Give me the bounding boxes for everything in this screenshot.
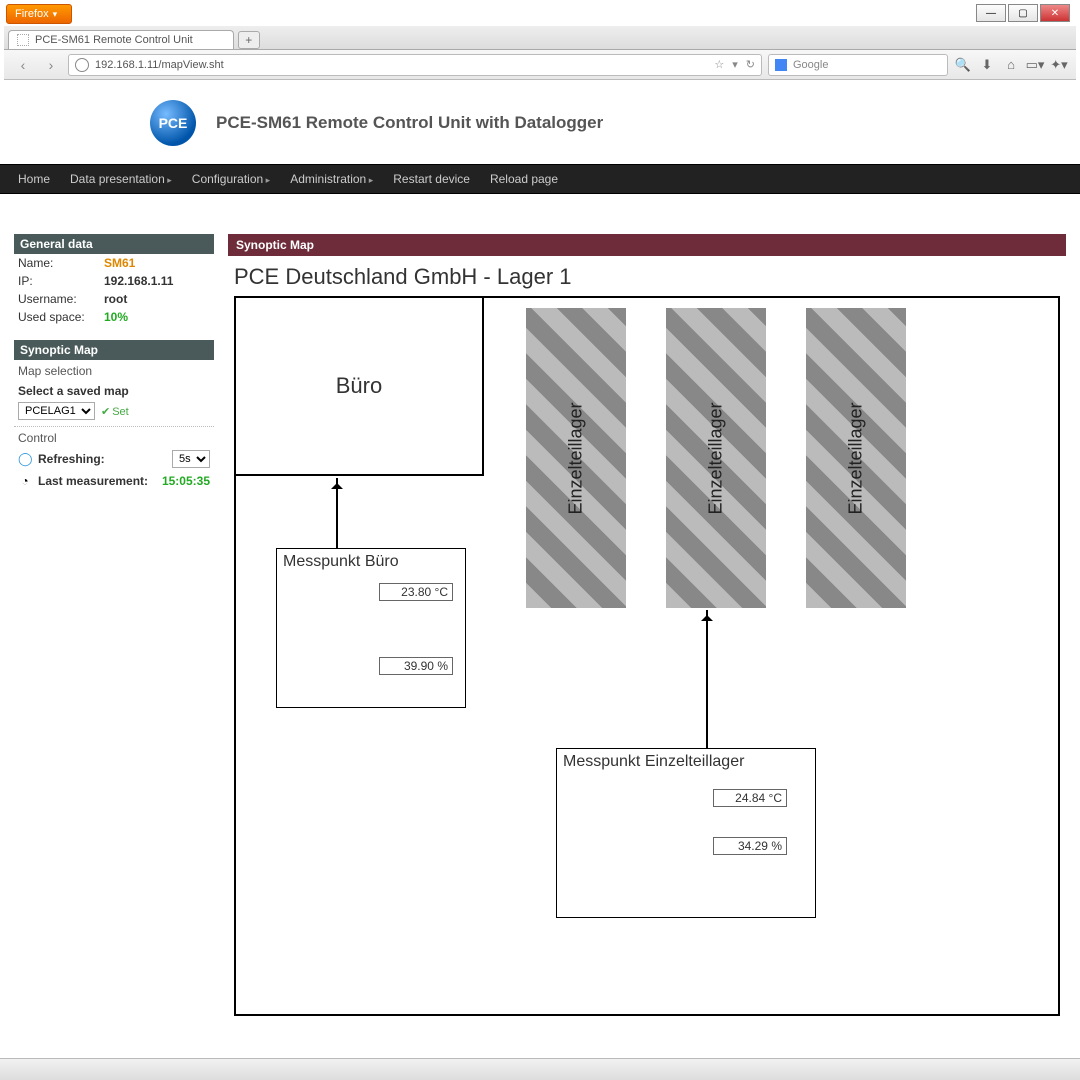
measure-point-warehouse: Messpunkt Einzelteillager 24.84 °C 34.29… <box>556 748 816 918</box>
back-button[interactable]: ‹ <box>12 55 34 75</box>
home-icon[interactable]: ⌂ <box>1002 56 1020 74</box>
measure-point-office: Messpunkt Büro 23.80 °C 39.90 % <box>276 548 466 708</box>
search-icon[interactable]: 🔍 <box>954 56 972 74</box>
map-shelf-2: Einzelteillager <box>666 308 766 608</box>
bookmarks-icon[interactable]: ▭▾ <box>1026 56 1044 74</box>
refreshing-label: Refreshing: <box>38 452 166 466</box>
main-area: Synoptic Map PCE Deutschland GmbH - Lage… <box>228 234 1066 1016</box>
last-measurement-value: 15:05:35 <box>162 474 210 488</box>
map-title: PCE Deutschland GmbH - Lager 1 <box>228 256 1066 296</box>
general-data-panel: General data Name:SM61 IP:192.168.1.11 U… <box>14 234 214 326</box>
mp1-humidity: 39.90 % <box>379 657 453 675</box>
label-name: Name: <box>18 256 104 270</box>
arrow-icon <box>706 610 708 748</box>
nav-data-presentation[interactable]: Data presentation <box>70 172 172 186</box>
address-bar: ‹ › 192.168.1.11/mapView.sht ☆ ▾ ↻ Googl… <box>4 50 1076 80</box>
page-content: PCE PCE-SM61 Remote Control Unit with Da… <box>0 82 1080 1056</box>
mp1-temperature: 23.80 °C <box>379 583 453 601</box>
page-title: PCE-SM61 Remote Control Unit with Datalo… <box>216 113 603 133</box>
status-bar <box>0 1058 1080 1080</box>
map-office-box: Büro <box>234 296 484 476</box>
synoptic-map-canvas: Büro Einzelteillager Einzelteillager Ein… <box>234 296 1060 1016</box>
url-input[interactable]: 192.168.1.11/mapView.sht ☆ ▾ ↻ <box>68 54 762 76</box>
mp2-title: Messpunkt Einzelteillager <box>563 753 809 771</box>
nav-restart-device[interactable]: Restart device <box>393 172 470 186</box>
favicon-icon <box>17 34 29 46</box>
url-text: 192.168.1.11/mapView.sht <box>95 59 224 71</box>
google-icon <box>775 59 787 71</box>
tab-bar: PCE-SM61 Remote Control Unit + <box>4 26 1076 50</box>
main-nav: Home Data presentation Configuration Adm… <box>0 164 1080 194</box>
map-shelf-1: Einzelteillager <box>526 308 626 608</box>
set-map-button[interactable]: Set <box>101 405 129 418</box>
general-data-header: General data <box>14 234 214 254</box>
refresh-spinner-icon: ◯ <box>18 451 32 467</box>
label-used-space: Used space: <box>18 310 104 324</box>
label-username: Username: <box>18 292 104 306</box>
search-placeholder: Google <box>793 59 828 71</box>
window-maximize-button[interactable]: ▢ <box>1008 4 1038 22</box>
value-ip: 192.168.1.11 <box>104 274 173 288</box>
nav-reload-page[interactable]: Reload page <box>490 172 558 186</box>
pce-logo-icon: PCE <box>150 100 196 146</box>
clock-icon: ◔ <box>18 474 32 488</box>
browser-tab[interactable]: PCE-SM61 Remote Control Unit <box>8 30 234 49</box>
value-username: root <box>104 292 127 306</box>
window-close-button[interactable]: ✕ <box>1040 4 1070 22</box>
synoptic-map-header: Synoptic Map <box>14 340 214 360</box>
map-selection-label: Map selection <box>14 360 214 380</box>
arrow-icon <box>336 478 338 548</box>
last-measurement-label: Last measurement: <box>38 474 156 488</box>
tab-title: PCE-SM61 Remote Control Unit <box>35 34 193 46</box>
mp2-humidity: 34.29 % <box>713 837 787 855</box>
mp1-title: Messpunkt Büro <box>283 553 459 571</box>
mp2-temperature: 24.84 °C <box>713 789 787 807</box>
label-ip: IP: <box>18 274 104 288</box>
firefox-menu-button[interactable]: Firefox <box>6 4 72 24</box>
select-saved-map-label: Select a saved map <box>14 380 214 400</box>
value-used-space: 10% <box>104 310 128 324</box>
value-name: SM61 <box>104 256 135 270</box>
nav-administration[interactable]: Administration <box>290 172 373 186</box>
map-select[interactable]: PCELAG1 <box>18 402 95 420</box>
search-input[interactable]: Google <box>768 54 948 76</box>
synoptic-map-panel: Synoptic Map Map selection Select a save… <box>14 340 214 491</box>
bookmark-star-icon[interactable]: ☆ <box>714 58 724 71</box>
url-dropdown-icon[interactable]: ▾ <box>732 58 738 71</box>
nav-configuration[interactable]: Configuration <box>192 172 270 186</box>
main-header: Synoptic Map <box>228 234 1066 256</box>
extensions-icon[interactable]: ✦▾ <box>1050 56 1068 74</box>
forward-button[interactable]: › <box>40 55 62 75</box>
globe-icon <box>75 58 89 72</box>
window-minimize-button[interactable]: — <box>976 4 1006 22</box>
reload-icon[interactable]: ↻ <box>746 58 755 71</box>
sidebar: General data Name:SM61 IP:192.168.1.11 U… <box>14 234 214 1016</box>
refresh-interval-select[interactable]: 5s <box>172 450 210 468</box>
control-label: Control <box>14 427 214 447</box>
new-tab-button[interactable]: + <box>238 31 260 49</box>
map-shelf-3: Einzelteillager <box>806 308 906 608</box>
brand-header: PCE PCE-SM61 Remote Control Unit with Da… <box>0 82 1080 164</box>
nav-home[interactable]: Home <box>18 172 50 186</box>
download-icon[interactable]: ⬇ <box>978 56 996 74</box>
